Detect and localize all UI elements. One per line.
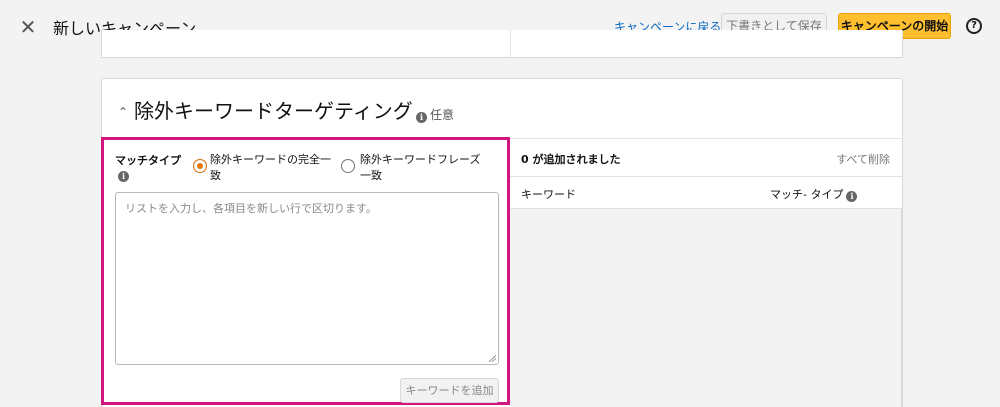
textarea-placeholder: リストを入力し、各項目を新しい行で区切ります。	[125, 202, 377, 215]
added-keywords-header: 0 が追加されました すべて削除	[510, 139, 902, 177]
help-icon[interactable]: ?	[966, 18, 982, 34]
match-type-label: マッチタイプ	[115, 154, 181, 167]
column-header-match-type: マッチ- タイプ i	[770, 186, 858, 202]
table-header: キーワード マッチ- タイプ i	[510, 177, 902, 209]
added-keywords-pane: 0 が追加されました すべて削除 キーワード マッチ- タイプ i	[510, 139, 902, 407]
exact-match-radio[interactable]	[193, 159, 207, 173]
card-header[interactable]: ⌃ 除外キーワードターゲティング i 任意	[102, 79, 902, 139]
chevron-up-icon[interactable]: ⌃	[118, 105, 128, 119]
remove-all-link[interactable]: すべて削除	[836, 151, 890, 167]
add-keyword-button[interactable]: キーワードを追加	[400, 378, 499, 403]
column-divider	[510, 30, 511, 57]
info-icon[interactable]: i	[118, 171, 129, 182]
keyword-entry-pane: マッチタイプ i 除外キーワードの完全一致 除外キーワードフレーズ一致 リストを…	[101, 137, 510, 405]
resize-handle-icon[interactable]	[488, 354, 496, 362]
close-icon[interactable]: ✕	[18, 16, 38, 38]
optional-label: 任意	[430, 108, 455, 122]
phrase-match-radio[interactable]	[341, 159, 355, 173]
previous-section-card	[101, 30, 903, 58]
exact-match-label[interactable]: 除外キーワードの完全一致	[210, 152, 335, 184]
info-icon[interactable]: i	[846, 191, 858, 202]
match-type-column-label: マッチ- タイプ	[770, 188, 844, 201]
phrase-match-label[interactable]: 除外キーワードフレーズ一致	[360, 152, 484, 184]
keyword-list-textarea[interactable]: リストを入力し、各項目を新しい行で区切ります。	[115, 192, 499, 365]
info-icon[interactable]: i	[416, 112, 427, 123]
column-header-keyword: キーワード	[521, 188, 576, 201]
section-title: 除外キーワードターゲティング	[134, 99, 413, 123]
optional-indicator: i 任意	[416, 106, 454, 123]
added-count: 0 が追加されました	[521, 153, 621, 166]
